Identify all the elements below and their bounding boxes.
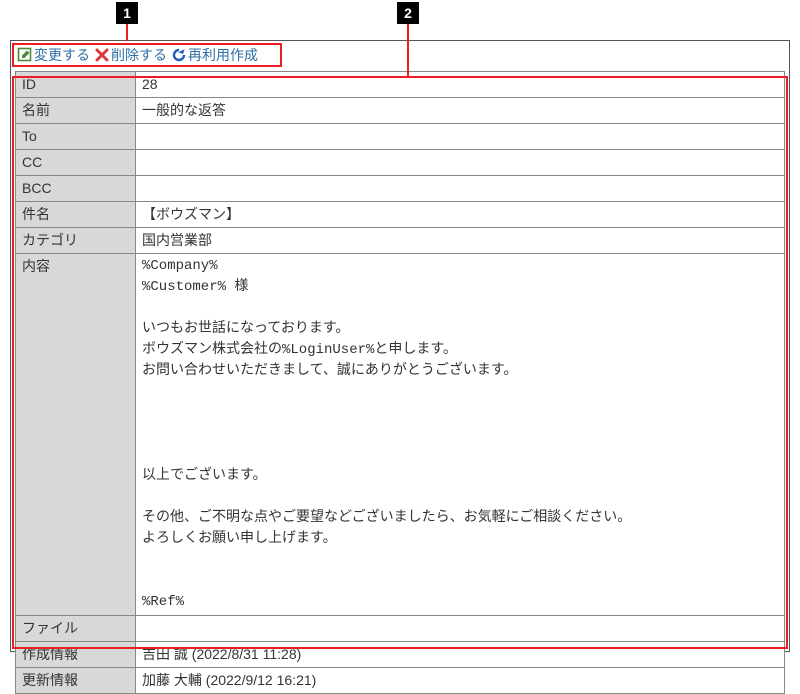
row-bcc: BCC	[16, 176, 785, 202]
row-subject: 件名 【ボウズマン】	[16, 202, 785, 228]
value-updated: 加藤 大輔 (2022/9/12 16:21)	[136, 668, 785, 694]
value-id: 28	[136, 72, 785, 98]
callout-line-2	[407, 24, 409, 76]
value-cc	[136, 150, 785, 176]
row-name: 名前 一般的な返答	[16, 98, 785, 124]
value-file	[136, 616, 785, 642]
detail-panel: 変更する 削除する 再利用作成	[10, 40, 790, 652]
edit-icon	[17, 47, 33, 63]
value-created: 吉田 誠 (2022/8/31 11:28)	[136, 642, 785, 668]
value-to	[136, 124, 785, 150]
row-file: ファイル	[16, 616, 785, 642]
label-cc: CC	[16, 150, 136, 176]
delete-icon	[94, 47, 110, 63]
row-updated: 更新情報 加藤 大輔 (2022/9/12 16:21)	[16, 668, 785, 694]
canvas: 1 2 変更する	[0, 0, 800, 662]
detail-table: ID 28 名前 一般的な返答 To CC BCC 件名 【ボウズマン】	[15, 71, 785, 694]
edit-button[interactable]: 変更する	[15, 45, 92, 65]
row-created: 作成情報 吉田 誠 (2022/8/31 11:28)	[16, 642, 785, 668]
label-created: 作成情報	[16, 642, 136, 668]
row-cc: CC	[16, 150, 785, 176]
label-bcc: BCC	[16, 176, 136, 202]
value-name: 一般的な返答	[136, 98, 785, 124]
label-file: ファイル	[16, 616, 136, 642]
value-content: %Company% %Customer% 様 いつもお世話になっております。 ボ…	[136, 254, 785, 616]
edit-label: 変更する	[34, 45, 90, 65]
reuse-button[interactable]: 再利用作成	[169, 45, 260, 65]
row-content: 内容 %Company% %Customer% 様 いつもお世話になっております…	[16, 254, 785, 616]
value-category: 国内営業部	[136, 228, 785, 254]
label-name: 名前	[16, 98, 136, 124]
row-to: To	[16, 124, 785, 150]
label-id: ID	[16, 72, 136, 98]
row-id: ID 28	[16, 72, 785, 98]
label-subject: 件名	[16, 202, 136, 228]
row-category: カテゴリ 国内営業部	[16, 228, 785, 254]
callout-badge-1: 1	[116, 2, 138, 24]
label-to: To	[16, 124, 136, 150]
label-category: カテゴリ	[16, 228, 136, 254]
delete-label: 削除する	[111, 45, 167, 65]
callout-line-1	[126, 24, 128, 41]
label-updated: 更新情報	[16, 668, 136, 694]
callout-badge-2: 2	[397, 2, 419, 24]
reuse-label: 再利用作成	[188, 45, 258, 65]
label-content: 内容	[16, 254, 136, 616]
reuse-icon	[171, 47, 187, 63]
delete-button[interactable]: 削除する	[92, 45, 169, 65]
value-subject: 【ボウズマン】	[136, 202, 785, 228]
toolbar: 変更する 削除する 再利用作成	[11, 41, 789, 69]
value-bcc	[136, 176, 785, 202]
